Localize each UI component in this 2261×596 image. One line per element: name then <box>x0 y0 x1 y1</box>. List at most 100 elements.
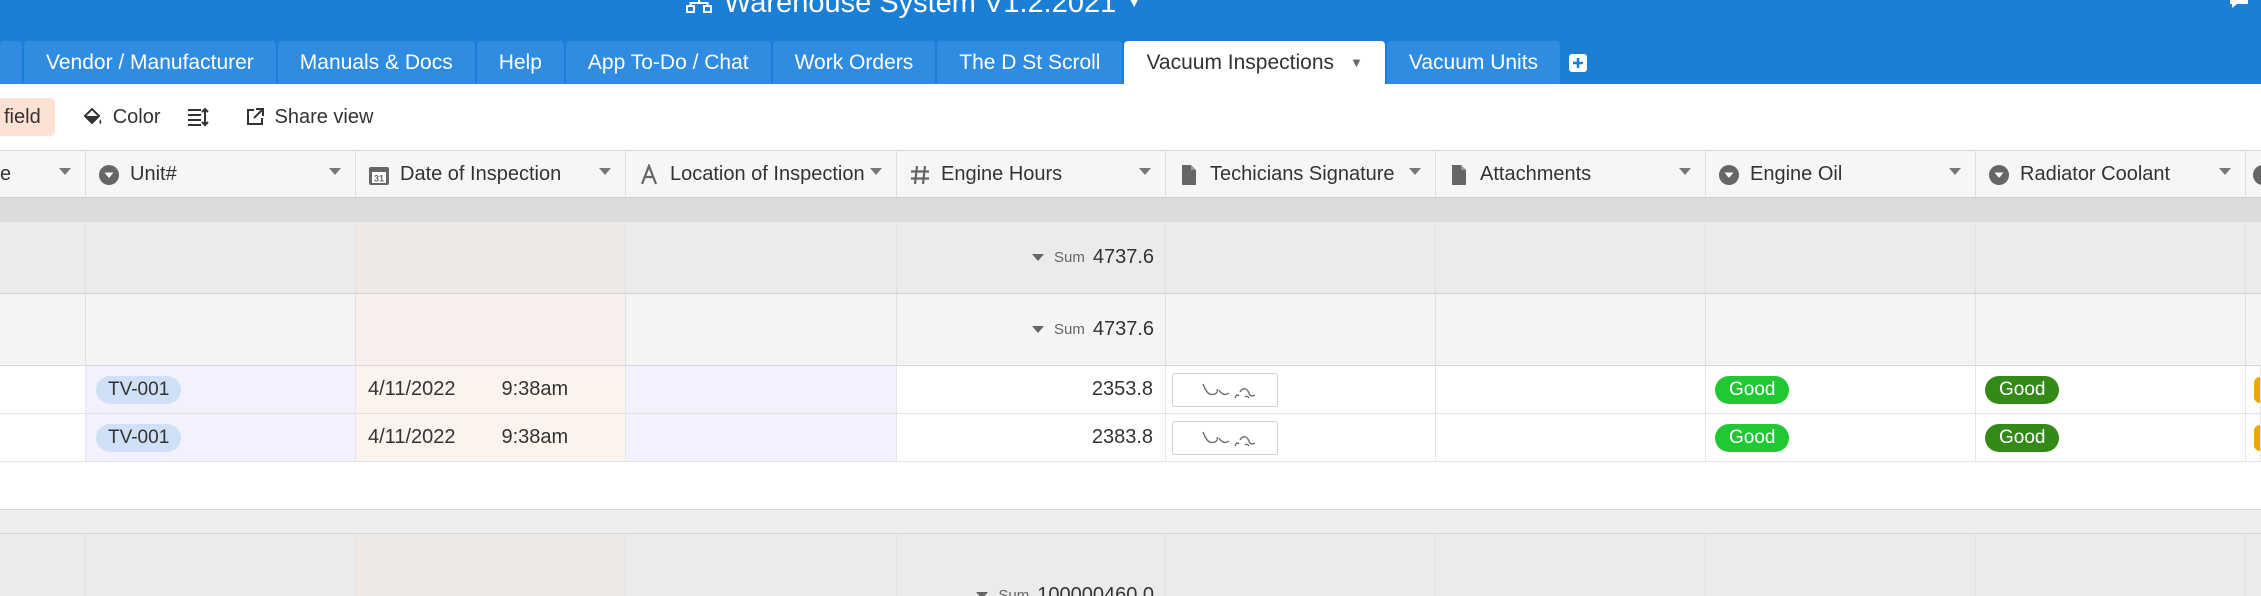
chevron-down-icon[interactable] <box>976 592 989 596</box>
group-cell <box>0 294 86 365</box>
row-cell[interactable] <box>0 414 86 461</box>
location-cell[interactable] <box>626 414 897 461</box>
chevron-down-icon[interactable] <box>1679 168 1691 175</box>
group-spacer <box>0 510 2261 534</box>
hidden-field-label: field <box>4 105 41 128</box>
attachments-cell[interactable] <box>1436 414 1706 461</box>
share-view-label: Share view <box>274 105 374 128</box>
column-header-attachments[interactable]: Attachments <box>1436 151 1706 198</box>
summary-value: 100000460.0 <box>1037 584 1154 596</box>
color-label: Color <box>112 105 161 128</box>
date-value: 4/11/2022 <box>368 378 456 400</box>
chevron-down-icon[interactable] <box>1139 168 1151 175</box>
tab-previous-partial[interactable] <box>0 41 22 84</box>
radiator-coolant-cell[interactable]: Good <box>1976 366 2246 413</box>
radiator-coolant-cell[interactable]: Good <box>1976 414 2246 461</box>
location-cell[interactable] <box>626 366 897 413</box>
unit-cell[interactable]: TV-001 <box>86 366 356 413</box>
row-cell[interactable] <box>0 366 86 413</box>
chevron-down-icon[interactable] <box>1031 326 1044 333</box>
tab-work-orders[interactable]: Work Orders <box>772 41 936 84</box>
chat-icon[interactable] <box>2228 0 2250 10</box>
group-cell <box>1976 294 2246 365</box>
signature-cell[interactable] <box>1166 414 1436 461</box>
column-header-engine-oil[interactable]: Engine Oil <box>1706 151 1976 198</box>
tab-label: Vacuum Units <box>1408 50 1539 74</box>
partial-cell[interactable] <box>2246 366 2261 413</box>
tab-vacuum-inspections[interactable]: Vacuum Inspections ▼ <box>1124 41 1385 84</box>
column-label: Attachments <box>1480 163 1592 185</box>
column-header-unit[interactable]: Unit# <box>86 151 356 198</box>
group-cell <box>1706 534 1976 596</box>
unit-cell[interactable]: TV-001 <box>86 414 356 461</box>
column-header-radiator-coolant[interactable]: Radiator Coolant <box>1976 151 2246 198</box>
add-table-button[interactable] <box>1562 41 1594 84</box>
row-height-button[interactable] <box>187 107 219 127</box>
table-row[interactable]: TV-001 4/11/2022 9:38am 2353.8 Good Good <box>0 366 2261 414</box>
chevron-down-icon[interactable] <box>329 168 341 175</box>
table-tabs: Vendor / Manufacturer Manuals & Docs Hel… <box>0 41 1594 84</box>
group-cell <box>1436 222 1706 293</box>
engine-hours-cell[interactable]: 2353.8 <box>897 366 1166 413</box>
date-value: 4/11/2022 <box>368 426 456 448</box>
chevron-down-icon[interactable] <box>59 168 71 175</box>
column-header-partial[interactable]: e <box>0 151 86 198</box>
group-header-level-2[interactable]: Sum 4737.6 <box>0 294 2261 366</box>
engine-hours-cell[interactable]: 2383.8 <box>897 414 1166 461</box>
paint-bucket-icon <box>83 107 102 125</box>
group-summary[interactable]: Sum 100000460.0 <box>897 534 1166 596</box>
date-cell[interactable]: 4/11/2022 9:38am <box>356 366 626 413</box>
chevron-down-icon[interactable]: ▼ <box>1350 55 1363 70</box>
time-value: 9:38am <box>501 426 569 448</box>
group-cell <box>1166 294 1436 365</box>
chevron-down-icon[interactable] <box>1409 168 1421 175</box>
column-header-engine-hours[interactable]: Engine Hours <box>897 151 1166 198</box>
tab-manuals-docs[interactable]: Manuals & Docs <box>277 41 475 84</box>
group-cell <box>626 294 897 365</box>
column-header-date[interactable]: 31 Date of Inspection <box>356 151 626 198</box>
engine-oil-cell[interactable]: Good <box>1706 414 1976 461</box>
column-header-partial-right[interactable] <box>2246 151 2261 198</box>
table-row[interactable]: TV-001 4/11/2022 9:38am 2383.8 Good Good <box>0 414 2261 462</box>
tab-label: Help <box>498 50 542 74</box>
date-cell[interactable]: 4/11/2022 9:38am <box>356 414 626 461</box>
summary-label: Sum <box>998 587 1030 596</box>
single-select-icon <box>2253 164 2261 185</box>
chevron-down-icon[interactable] <box>1949 168 1961 175</box>
share-view-button[interactable]: Share view <box>245 105 374 129</box>
unit-pill: TV-001 <box>96 375 182 404</box>
tab-vendor-manufacturer[interactable]: Vendor / Manufacturer <box>24 41 276 84</box>
tab-app-todo-chat[interactable]: App To-Do / Chat <box>565 41 771 84</box>
column-header-location[interactable]: Location of Inspection <box>626 151 897 198</box>
signature-thumbnail[interactable] <box>1172 372 1278 407</box>
group-header-level-1[interactable]: Sum 4737.6 <box>0 222 2261 294</box>
column-label: Unit# <box>130 163 177 185</box>
group-header-level-1[interactable]: Sum 100000460.0 <box>0 534 2261 596</box>
add-row-area[interactable] <box>0 462 2261 510</box>
group-cell <box>86 222 356 293</box>
chevron-down-icon[interactable] <box>599 168 611 175</box>
group-cell <box>0 222 86 293</box>
plus-box-icon <box>1569 53 1588 72</box>
base-title[interactable]: Warehouse System V1.2:2021 ▼ <box>686 0 1142 20</box>
chevron-down-icon[interactable] <box>870 168 882 175</box>
column-header-signature[interactable]: Techicians Signature <box>1166 151 1436 198</box>
signature-thumbnail[interactable] <box>1172 420 1278 455</box>
group-cell <box>356 534 626 596</box>
tab-vacuum-units[interactable]: Vacuum Units <box>1386 41 1561 84</box>
group-summary[interactable]: Sum 4737.6 <box>897 294 1166 365</box>
single-select-icon <box>99 164 119 185</box>
hidden-field-button[interactable]: field <box>0 98 55 136</box>
color-button[interactable]: Color <box>81 106 161 129</box>
chevron-down-icon[interactable] <box>1031 254 1044 261</box>
time-value: 9:38am <box>501 378 569 400</box>
tab-help[interactable]: Help <box>476 41 564 84</box>
group-cell <box>1436 534 1706 596</box>
attachments-cell[interactable] <box>1436 366 1706 413</box>
engine-oil-cell[interactable]: Good <box>1706 366 1976 413</box>
chevron-down-icon[interactable] <box>2219 168 2231 175</box>
partial-cell[interactable] <box>2246 414 2261 461</box>
signature-cell[interactable] <box>1166 366 1436 413</box>
group-summary[interactable]: Sum 4737.6 <box>897 222 1166 293</box>
tab-d-st-scroll[interactable]: The D St Scroll <box>937 41 1123 84</box>
